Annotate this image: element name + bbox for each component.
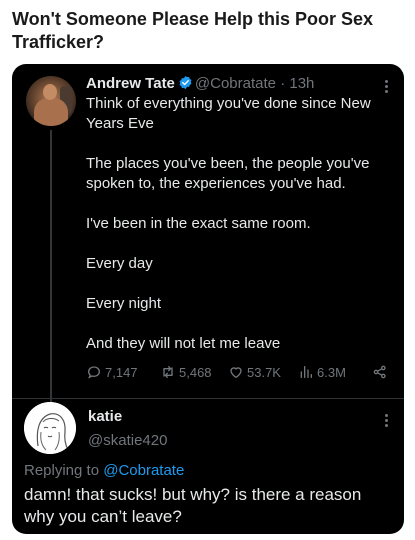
replying-to-mention[interactable]: @Cobratate	[103, 462, 184, 479]
tweet-body: Think of everything you've done since Ne…	[86, 94, 396, 354]
author-handle[interactable]: @Cobratate	[195, 75, 276, 92]
comment-bubble-icon	[87, 366, 101, 379]
author-name[interactable]: Andrew Tate	[86, 75, 175, 92]
tweet-header: Andrew Tate @Cobratate · 13h	[86, 74, 396, 94]
reply-author-handle[interactable]: @skatie420	[88, 432, 167, 449]
tweet: Andrew Tate @Cobratate · 13h Think of eve…	[86, 74, 396, 354]
like-count: 53.7K	[247, 364, 281, 380]
reply-count: 7,147	[105, 364, 138, 380]
more-vertical-icon[interactable]	[385, 412, 388, 429]
heart-icon	[230, 367, 242, 378]
reply-button[interactable]: 7,147	[86, 362, 138, 382]
retweet-icon	[163, 366, 173, 378]
tweet-paragraph: The places you've been, the people you'v…	[86, 155, 370, 192]
avatar[interactable]	[26, 76, 76, 126]
share-icon	[373, 365, 386, 379]
replying-to-label: Replying to	[24, 462, 100, 479]
tweet-actions: 7,147 5,468 53.7K 6.3M	[86, 362, 396, 382]
reply-author-name[interactable]: katie	[88, 408, 122, 425]
retweet-count: 5,468	[179, 364, 212, 380]
replying-to-line: Replying to @Cobratate	[24, 462, 184, 479]
avatar[interactable]	[24, 402, 76, 454]
bar-chart-icon	[300, 366, 312, 378]
tweet-timestamp[interactable]: 13h	[289, 75, 314, 92]
retweet-button[interactable]: 5,468	[160, 362, 212, 382]
post-title: Won't Someone Please Help this Poor Sex …	[12, 9, 374, 52]
tweet-paragraph: I've been in the exact same room.	[86, 215, 311, 232]
thread-connector-line	[50, 130, 52, 406]
more-vertical-icon[interactable]	[385, 78, 388, 95]
tweet-paragraph: Every day	[86, 255, 153, 272]
tweet-paragraph: Think of everything you've done since Ne…	[86, 95, 371, 132]
separator-dot: ·	[280, 75, 286, 92]
view-count: 6.3M	[317, 364, 346, 380]
share-button[interactable]	[372, 362, 388, 382]
tweet-screenshot-card: Andrew Tate @Cobratate · 13h Think of eve…	[12, 64, 404, 534]
tweet-paragraph: Every night	[86, 295, 162, 312]
verified-badge-icon	[179, 75, 192, 90]
divider	[12, 398, 404, 399]
sketch-portrait-icon	[24, 402, 76, 454]
views-button[interactable]: 6.3M	[298, 362, 346, 382]
reply-body: damn! that sucks! but why? is there a re…	[24, 485, 362, 526]
like-button[interactable]: 53.7K	[228, 362, 281, 382]
tweet-paragraph: And they will not let me leave	[86, 335, 281, 352]
